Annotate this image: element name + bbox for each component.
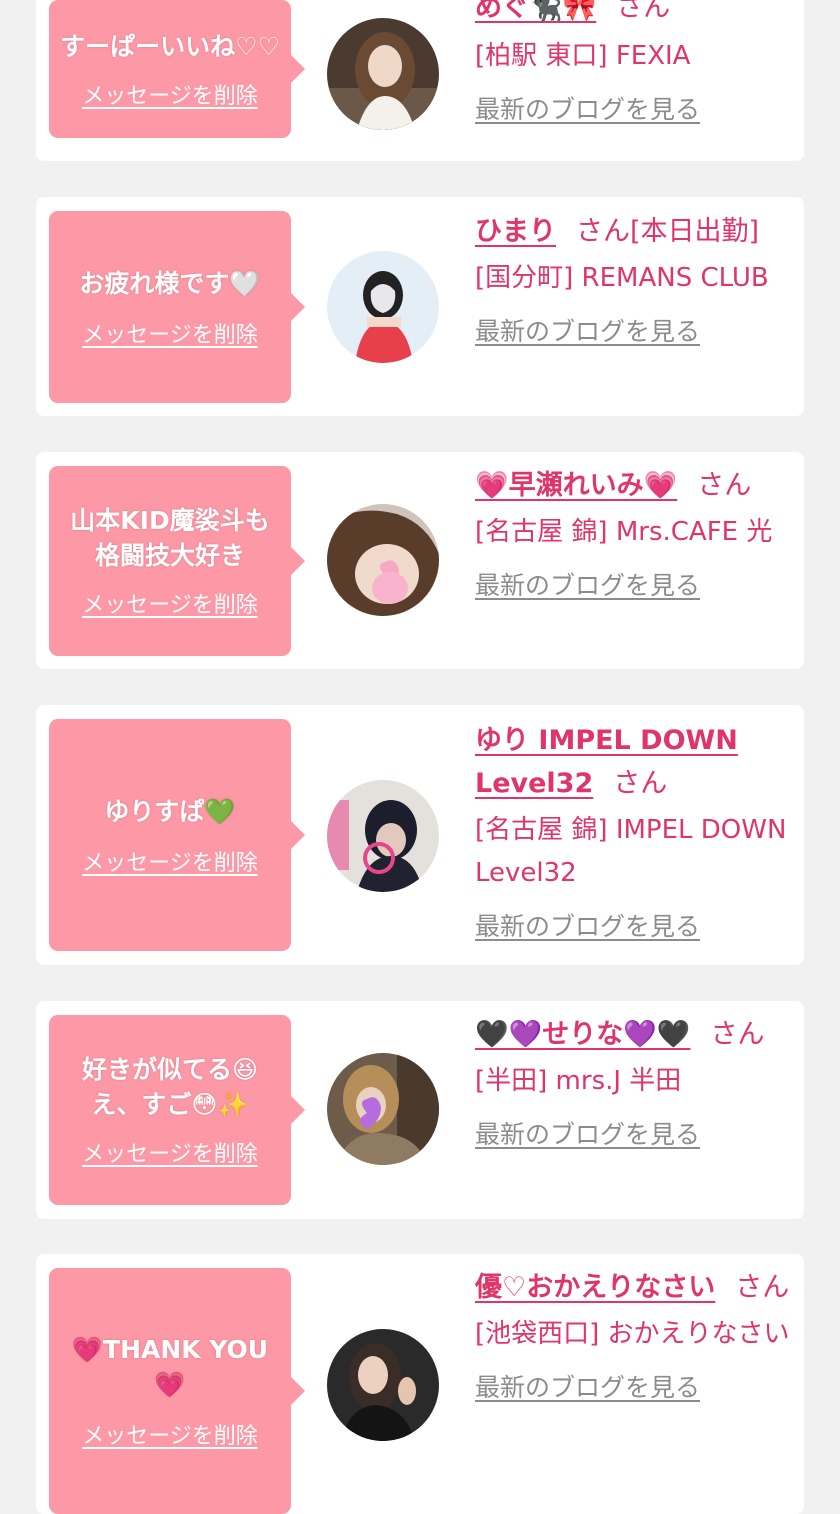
message-text: ゆりすぱ💚 <box>104 796 236 826</box>
message-card: 山本KID魔裟斗も格闘技大好き メッセージを削除 💗早瀬れいみ💗 さん [名古屋 … <box>36 452 804 669</box>
delete-message-link[interactable]: メッセージを削除 <box>82 317 258 349</box>
name-line: ゆり IMPEL DOWN Level32 さん <box>475 719 793 805</box>
message-bubble: お疲れ様です🤍 メッセージを削除 <box>49 211 305 403</box>
honorific: さん <box>576 216 630 247</box>
honorific: さん <box>735 1272 790 1303</box>
honorific: さん <box>697 470 752 501</box>
shop-info: [名古屋 錦] Mrs.CAFE 光 <box>475 517 773 547</box>
latest-blog-link[interactable]: 最新のブログを見る <box>475 1368 700 1404</box>
cast-info: 🖤💜せりな💜🖤 さん [半田] mrs.J 半田 最新のブログを見る <box>475 1013 793 1151</box>
avatar[interactable] <box>327 504 439 616</box>
cast-name-link[interactable]: 🖤💜せりな💜🖤 <box>475 1019 690 1050</box>
delete-message-link[interactable]: メッセージを削除 <box>82 1418 258 1450</box>
avatar[interactable] <box>327 1329 439 1441</box>
honorific: さん <box>710 1019 765 1050</box>
avatar[interactable] <box>327 251 439 363</box>
message-card: すーぱーいいね♡♡ メッセージを削除 めぐ🐈‍⬛🎀 さん [柏駅 東口] FEXI… <box>36 0 804 161</box>
cast-name-link[interactable]: めぐ🐈‍⬛🎀 <box>475 0 596 23</box>
cast-name-link[interactable]: 💗早瀬れいみ💗 <box>475 470 677 501</box>
message-card: 💗THANK YOU💗 メッセージを削除 優♡おかえりなさい さん [池袋西口] … <box>36 1254 804 1514</box>
message-bubble: 💗THANK YOU💗 メッセージを削除 <box>49 1268 305 1514</box>
latest-blog-link[interactable]: 最新のブログを見る <box>475 907 700 943</box>
name-line: ひまり さん[本日出勤] <box>475 210 793 253</box>
latest-blog-link[interactable]: 最新のブログを見る <box>475 312 700 348</box>
shop-info: [国分町] REMANS CLUB <box>475 263 769 293</box>
name-line: 🖤💜せりな💜🖤 さん <box>475 1013 793 1056</box>
cast-info: めぐ🐈‍⬛🎀 さん [柏駅 東口] FEXIA 最新のブログを見る <box>475 0 793 126</box>
message-bubble: 山本KID魔裟斗も格闘技大好き メッセージを削除 <box>49 466 305 656</box>
shop-info: [柏駅 東口] FEXIA <box>475 41 691 71</box>
message-bubble: 好きが似てる😆 え、すご😳✨ メッセージを削除 <box>49 1015 305 1205</box>
delete-message-link[interactable]: メッセージを削除 <box>82 1136 258 1168</box>
cast-name-link[interactable]: 優♡おかえりなさい <box>475 1272 715 1303</box>
avatar[interactable] <box>327 1053 439 1165</box>
message-text: すーぱーいいね♡♡ <box>60 31 280 61</box>
honorific: さん <box>613 768 668 799</box>
message-bubble: すーぱーいいね♡♡ メッセージを削除 <box>49 0 305 138</box>
message-text: お疲れ様です🤍 <box>79 268 261 298</box>
shop-info: [池袋西口] おかえりなさい <box>475 1319 790 1349</box>
cast-name-link[interactable]: ひまり <box>475 216 556 247</box>
shop-info: [名古屋 錦] IMPEL DOWN Level32 <box>475 815 787 888</box>
attendance-status: [本日出勤] <box>630 216 760 247</box>
name-line: めぐ🐈‍⬛🎀 さん <box>475 0 793 29</box>
message-card: 好きが似てる😆 え、すご😳✨ メッセージを削除 🖤💜せりな💜🖤 さん [半田] m… <box>36 1001 804 1219</box>
message-text: 山本KID魔裟斗も格闘技大好き <box>70 506 270 570</box>
latest-blog-link[interactable]: 最新のブログを見る <box>475 1115 700 1151</box>
delete-message-link[interactable]: メッセージを削除 <box>82 845 258 877</box>
cast-info: ひまり さん[本日出勤] [国分町] REMANS CLUB 最新のブログを見る <box>475 210 793 348</box>
avatar[interactable] <box>327 18 439 130</box>
cast-info: 優♡おかえりなさい さん [池袋西口] おかえりなさい 最新のブログを見る <box>475 1266 793 1404</box>
cast-info: 💗早瀬れいみ💗 さん [名古屋 錦] Mrs.CAFE 光 最新のブログを見る <box>475 464 793 602</box>
cast-info: ゆり IMPEL DOWN Level32 さん [名古屋 錦] IMPEL DO… <box>475 719 793 943</box>
cast-name-link[interactable]: ゆり IMPEL DOWN Level32 <box>475 725 738 799</box>
message-text: 💗THANK YOU💗 <box>71 1335 269 1399</box>
message-card: お疲れ様です🤍 メッセージを削除 ひまり さん[本日出勤] [国分町] REMAN… <box>36 197 804 416</box>
shop-info: [半田] mrs.J 半田 <box>475 1066 682 1096</box>
message-bubble: ゆりすぱ💚 メッセージを削除 <box>49 719 305 951</box>
message-text: 好きが似てる😆 え、すご😳✨ <box>81 1055 259 1119</box>
latest-blog-link[interactable]: 最新のブログを見る <box>475 90 700 126</box>
name-line: 💗早瀬れいみ💗 さん <box>475 464 793 507</box>
delete-message-link[interactable]: メッセージを削除 <box>82 78 258 110</box>
honorific: さん <box>616 0 671 23</box>
delete-message-link[interactable]: メッセージを削除 <box>82 587 258 619</box>
message-card: ゆりすぱ💚 メッセージを削除 ゆり IMPEL DOWN Level32 さん [… <box>36 705 804 965</box>
avatar[interactable] <box>327 780 439 892</box>
latest-blog-link[interactable]: 最新のブログを見る <box>475 566 700 602</box>
name-line: 優♡おかえりなさい さん <box>475 1266 793 1309</box>
